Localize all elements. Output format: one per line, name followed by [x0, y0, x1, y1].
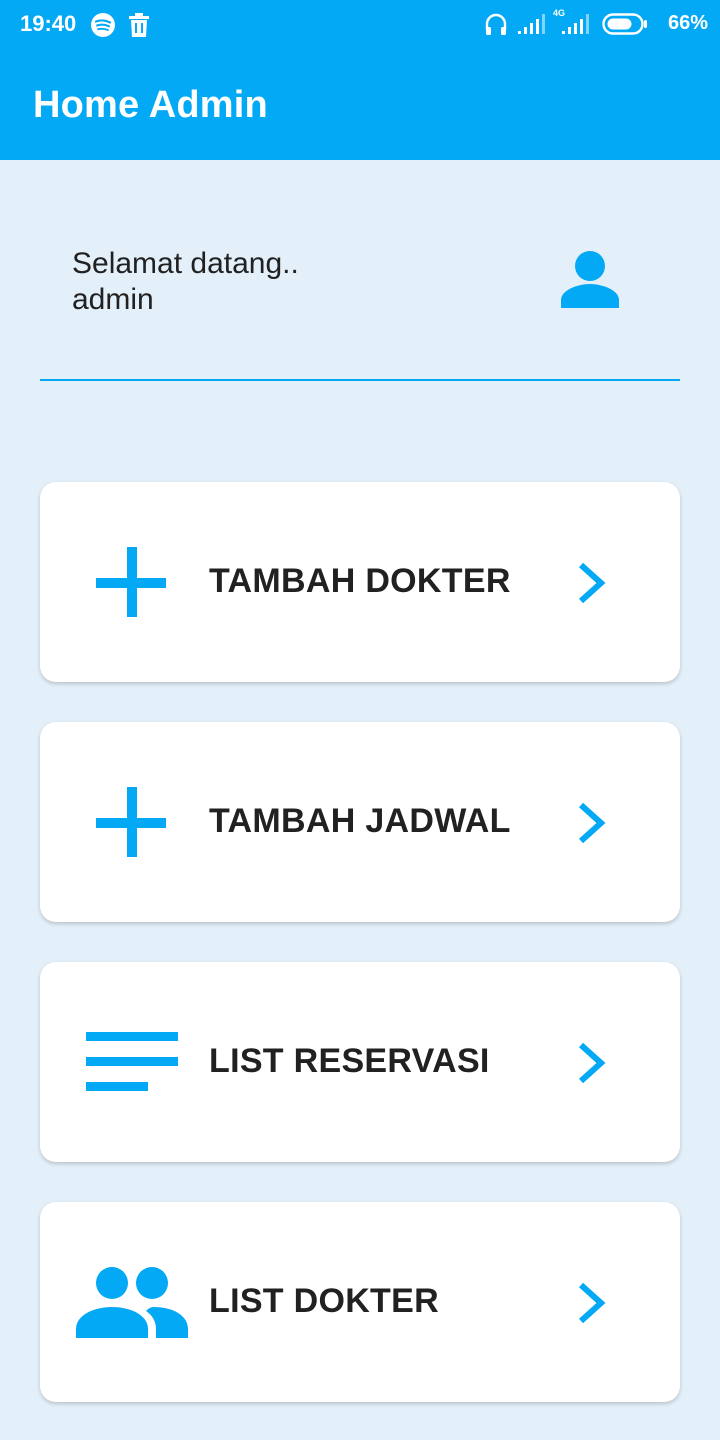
- people-icon: [76, 1267, 188, 1338]
- welcome-username: admin: [72, 283, 154, 316]
- signal-4g-icon: [562, 14, 589, 34]
- chevron-right-icon: [578, 1042, 606, 1084]
- divider: [40, 379, 680, 381]
- app-bar: Home Admin: [0, 50, 720, 160]
- welcome-text: Selamat datang.. admin: [72, 246, 299, 318]
- menu-card-tambah-dokter[interactable]: TAMBAH DOKTER: [40, 482, 680, 682]
- battery-icon: [602, 13, 647, 35]
- status-time: 19:40: [20, 11, 77, 36]
- battery-percent: 66%: [667, 12, 708, 34]
- page-title: Home Admin: [33, 84, 268, 126]
- menu-label: TAMBAH DOKTER: [209, 562, 511, 600]
- signal-icon: [518, 14, 545, 34]
- spotify-icon: [91, 13, 115, 37]
- status-bar: 19:40 4G 66%: [0, 0, 720, 50]
- status-right-icons: 4G 66%: [468, 8, 708, 40]
- list-icon: [86, 1032, 178, 1091]
- menu-label: LIST RESERVASI: [209, 1042, 490, 1080]
- menu-label: LIST DOKTER: [209, 1282, 439, 1320]
- person-icon: [561, 251, 619, 308]
- chevron-right-icon: [578, 562, 606, 604]
- headphones-icon: [485, 13, 507, 35]
- menu-card-tambah-jadwal[interactable]: TAMBAH JADWAL: [40, 722, 680, 922]
- chevron-right-icon: [578, 1282, 606, 1324]
- menu-card-list-dokter[interactable]: LIST DOKTER: [40, 1202, 680, 1402]
- trash-icon: [129, 13, 149, 37]
- menu-card-list-reservasi[interactable]: LIST RESERVASI: [40, 962, 680, 1162]
- plus-icon: [96, 787, 166, 857]
- menu-label: TAMBAH JADWAL: [209, 802, 511, 840]
- chevron-right-icon: [578, 802, 606, 844]
- plus-icon: [96, 547, 166, 617]
- welcome-greeting: Selamat datang..: [72, 247, 299, 280]
